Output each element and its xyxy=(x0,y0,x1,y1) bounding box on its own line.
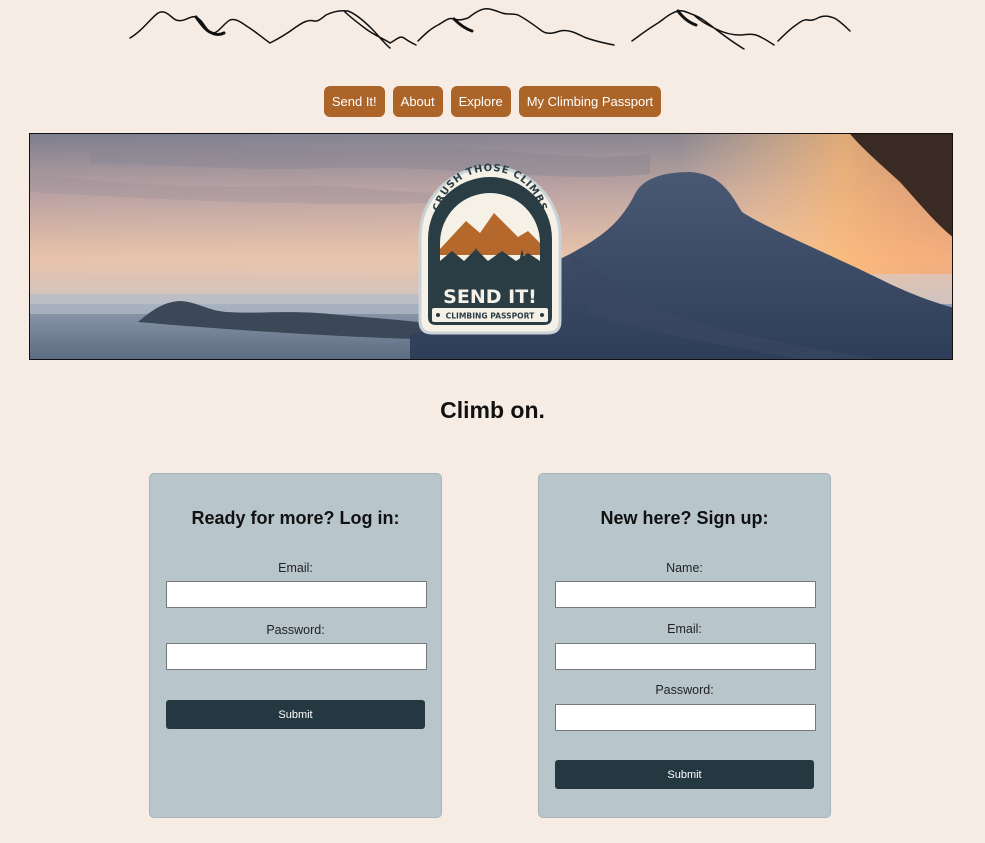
send-it-logo-badge: CRUSH THOSE CLIMBS SEND IT! CLIMBING PAS… xyxy=(418,163,562,335)
login-password-input[interactable] xyxy=(166,643,427,670)
login-email-input[interactable] xyxy=(166,581,427,608)
main-nav: Send It! About Explore My Climbing Passp… xyxy=(0,86,985,117)
signup-name-label: Name: xyxy=(666,561,703,575)
signup-email-label: Email: xyxy=(667,622,702,636)
signup-email-input[interactable] xyxy=(555,643,816,670)
nav-about-button[interactable]: About xyxy=(392,86,443,117)
mountain-line-icon xyxy=(129,8,851,50)
login-submit-button[interactable]: Submit xyxy=(166,700,425,729)
nav-explore-button[interactable]: Explore xyxy=(450,86,511,117)
login-form: Ready for more? Log in: Email: Password:… xyxy=(149,473,442,818)
signup-form: New here? Sign up: Name: Email: Password… xyxy=(538,473,831,818)
login-email-label: Email: xyxy=(278,561,313,575)
badge-subtitle: CLIMBING PASSPORT xyxy=(446,312,536,321)
page-tagline: Climb on. xyxy=(440,397,545,423)
nav-climbing-passport-button[interactable]: My Climbing Passport xyxy=(518,86,662,117)
badge-title: SEND IT! xyxy=(443,286,537,308)
login-title: Ready for more? Log in: xyxy=(191,508,400,528)
page: Send It! About Explore My Climbing Passp… xyxy=(0,0,985,843)
signup-name-input[interactable] xyxy=(555,581,816,608)
signup-submit-button[interactable]: Submit xyxy=(555,760,814,789)
signup-password-label: Password: xyxy=(655,683,714,697)
signup-title: New here? Sign up: xyxy=(600,508,769,528)
nav-send-it-button[interactable]: Send It! xyxy=(323,86,385,117)
signup-password-input[interactable] xyxy=(555,704,816,731)
login-password-label: Password: xyxy=(266,623,325,637)
